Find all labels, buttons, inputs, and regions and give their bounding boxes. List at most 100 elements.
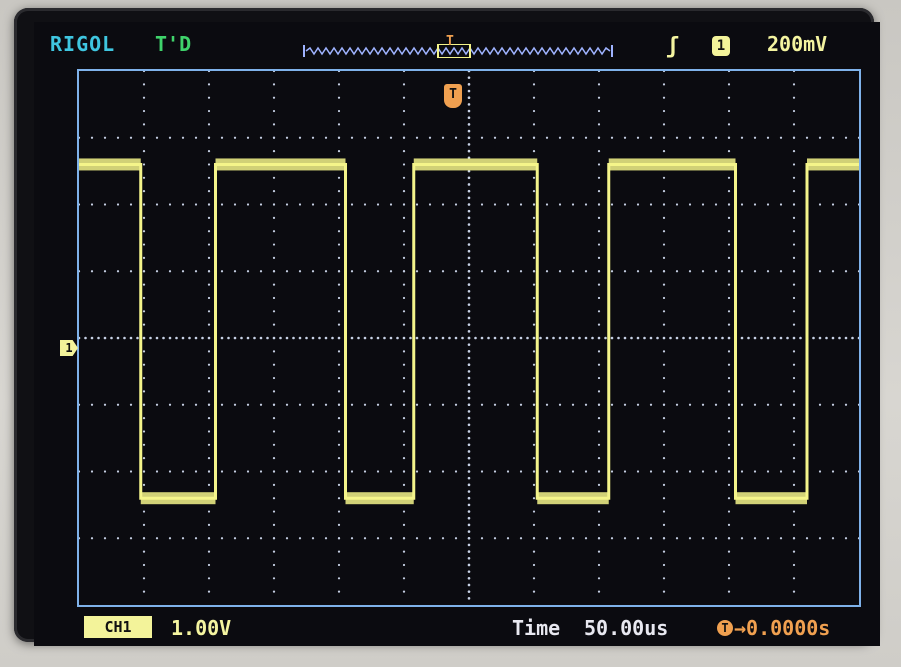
grid-dot [714, 403, 718, 406]
grid-dot [272, 136, 276, 139]
grid-dot [597, 96, 601, 99]
grid-dot [779, 403, 783, 406]
grid-dot [818, 203, 822, 206]
grid-dot [532, 590, 536, 593]
grid-dot [467, 136, 471, 140]
grid-dot [545, 270, 549, 273]
grid-dot [272, 83, 276, 86]
grid-dot [714, 537, 718, 540]
grid-dot [272, 296, 276, 300]
grid-dot [831, 270, 835, 273]
grid-dot [311, 470, 315, 473]
grid-dot [688, 270, 692, 273]
grid-dot [311, 537, 315, 540]
grid-dot [623, 270, 627, 273]
grid-dot [207, 176, 211, 179]
grid-dot [181, 336, 185, 340]
grid-dot [519, 403, 523, 406]
grid-dot [623, 136, 627, 139]
grid-dot [792, 270, 796, 273]
grid-dot [441, 203, 445, 206]
grid-dot [337, 457, 341, 460]
grid-dot [233, 270, 237, 273]
grid-dot [155, 203, 159, 206]
grid-dot [688, 336, 692, 340]
grid-dot [532, 243, 536, 246]
grid-dot [402, 590, 406, 593]
grid-dot [415, 203, 419, 206]
trigger-marker-top: T [446, 34, 454, 49]
grid-dot [760, 336, 763, 340]
grid-dot [857, 203, 859, 206]
grid-dot [779, 203, 783, 206]
grid-dot [792, 96, 796, 99]
grid-dot [402, 230, 406, 233]
grid-dot [792, 537, 796, 540]
grid-dot [207, 350, 211, 353]
grid-dot [597, 376, 601, 380]
grid-dot [519, 270, 523, 273]
grid-dot [467, 430, 471, 433]
grid-dot [155, 470, 159, 473]
grid-dot [207, 163, 211, 166]
grid-dot [662, 550, 666, 553]
grid-dot [597, 256, 601, 259]
grid-dot [662, 350, 666, 353]
grid-dot [571, 336, 575, 340]
grid-dot [597, 523, 601, 526]
grid-dot [480, 537, 484, 540]
grid-dot [818, 136, 822, 139]
grid-dot [259, 336, 263, 340]
grid-dot [220, 270, 224, 273]
grid-dot [207, 190, 211, 193]
grid-dot [662, 577, 666, 580]
grid-dot [298, 136, 302, 139]
grid-dot [441, 270, 445, 273]
status-bar: RIGOL T'D T ʃ 1 200mV [34, 22, 880, 66]
grid-dot [792, 417, 796, 420]
grid-dot [324, 270, 328, 273]
grid-dot [207, 230, 211, 233]
grid-dot [272, 336, 276, 340]
grid-dot [818, 537, 822, 540]
grid-dot [246, 336, 250, 340]
grid-dot [272, 563, 276, 567]
grid-dot [467, 530, 471, 533]
ch1-ground-marker[interactable]: 1 [60, 340, 78, 356]
grid-dot [337, 403, 341, 406]
grid-dot [467, 390, 471, 393]
grid-dot [207, 363, 211, 366]
grid-dot [623, 203, 627, 206]
grid-dot [662, 336, 666, 340]
grid-dot [662, 216, 666, 219]
grid-dot [792, 203, 796, 206]
grid-dot [142, 176, 146, 179]
grid-dot [162, 336, 165, 340]
grid-dot [272, 590, 276, 593]
grid-dot [402, 363, 406, 366]
trigger-position-marker[interactable]: T [444, 84, 462, 108]
trace-segment [140, 492, 216, 505]
grid-dot [545, 403, 549, 406]
grid-dot [792, 136, 796, 139]
grid-dot [357, 336, 360, 340]
grid-dot [207, 470, 211, 473]
grid-dot [662, 430, 666, 433]
grid-dot [727, 71, 731, 73]
grid-dot [532, 270, 536, 273]
scope-screen: RIGOL T'D T ʃ 1 200mV T 1 CH1 1.00V Time… [34, 22, 880, 646]
grid-dot [207, 457, 211, 460]
grid-dot [714, 336, 718, 340]
grid-dot [103, 336, 107, 340]
grid-dot [727, 470, 731, 473]
grid-dot [337, 136, 341, 139]
grid-dot [142, 417, 146, 420]
grid-dot [402, 457, 406, 460]
grid-dot [285, 537, 289, 540]
grid-dot [337, 430, 341, 433]
grid-dot [480, 336, 484, 340]
grid-dot [792, 310, 796, 313]
grid-dot [90, 537, 94, 540]
grid-dot [272, 443, 276, 446]
grid-dot [97, 336, 100, 340]
